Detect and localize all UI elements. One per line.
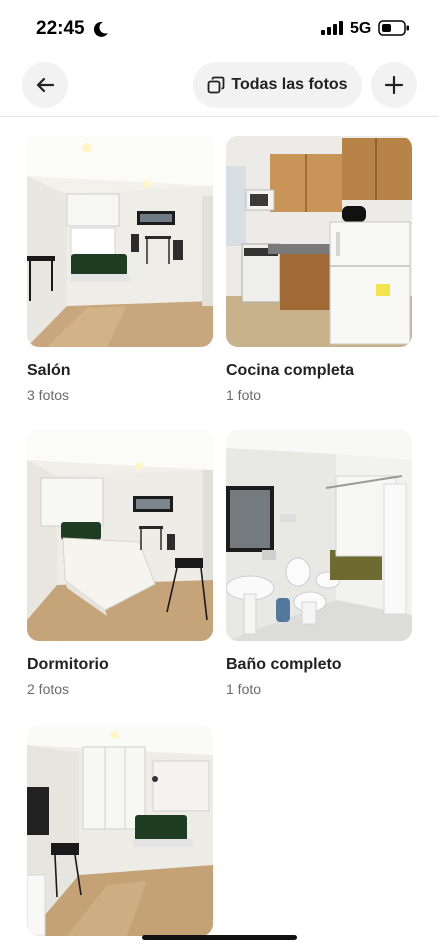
kitchen-photo xyxy=(226,136,412,347)
category-title: Dormitorio xyxy=(27,656,109,673)
category-count: 1 foto xyxy=(226,387,262,403)
category-title: Salón xyxy=(27,362,71,379)
living-room-photo xyxy=(27,136,213,347)
category-card-kitchen[interactable]: Cocina completa 1 foto xyxy=(226,136,412,404)
category-card-studio[interactable] xyxy=(27,725,213,950)
category-card-bedroom[interactable]: Dormitorio 2 fotos xyxy=(27,430,213,698)
photo-category-grid: Salón 3 fotos Cocina completa 1 foto Dor… xyxy=(0,0,439,950)
category-count: 1 foto xyxy=(226,681,262,697)
home-indicator[interactable] xyxy=(142,935,297,940)
category-card-bathroom[interactable]: Baño completo 1 foto xyxy=(226,430,412,698)
category-title: Cocina completa xyxy=(226,362,355,379)
bedroom-photo xyxy=(27,430,213,641)
bathroom-photo xyxy=(226,430,412,641)
category-card-living-room[interactable]: Salón 3 fotos xyxy=(27,136,213,404)
category-count: 2 fotos xyxy=(27,681,70,697)
category-title: Baño completo xyxy=(226,656,342,673)
category-count: 3 fotos xyxy=(27,387,70,403)
studio-photo xyxy=(27,725,213,936)
